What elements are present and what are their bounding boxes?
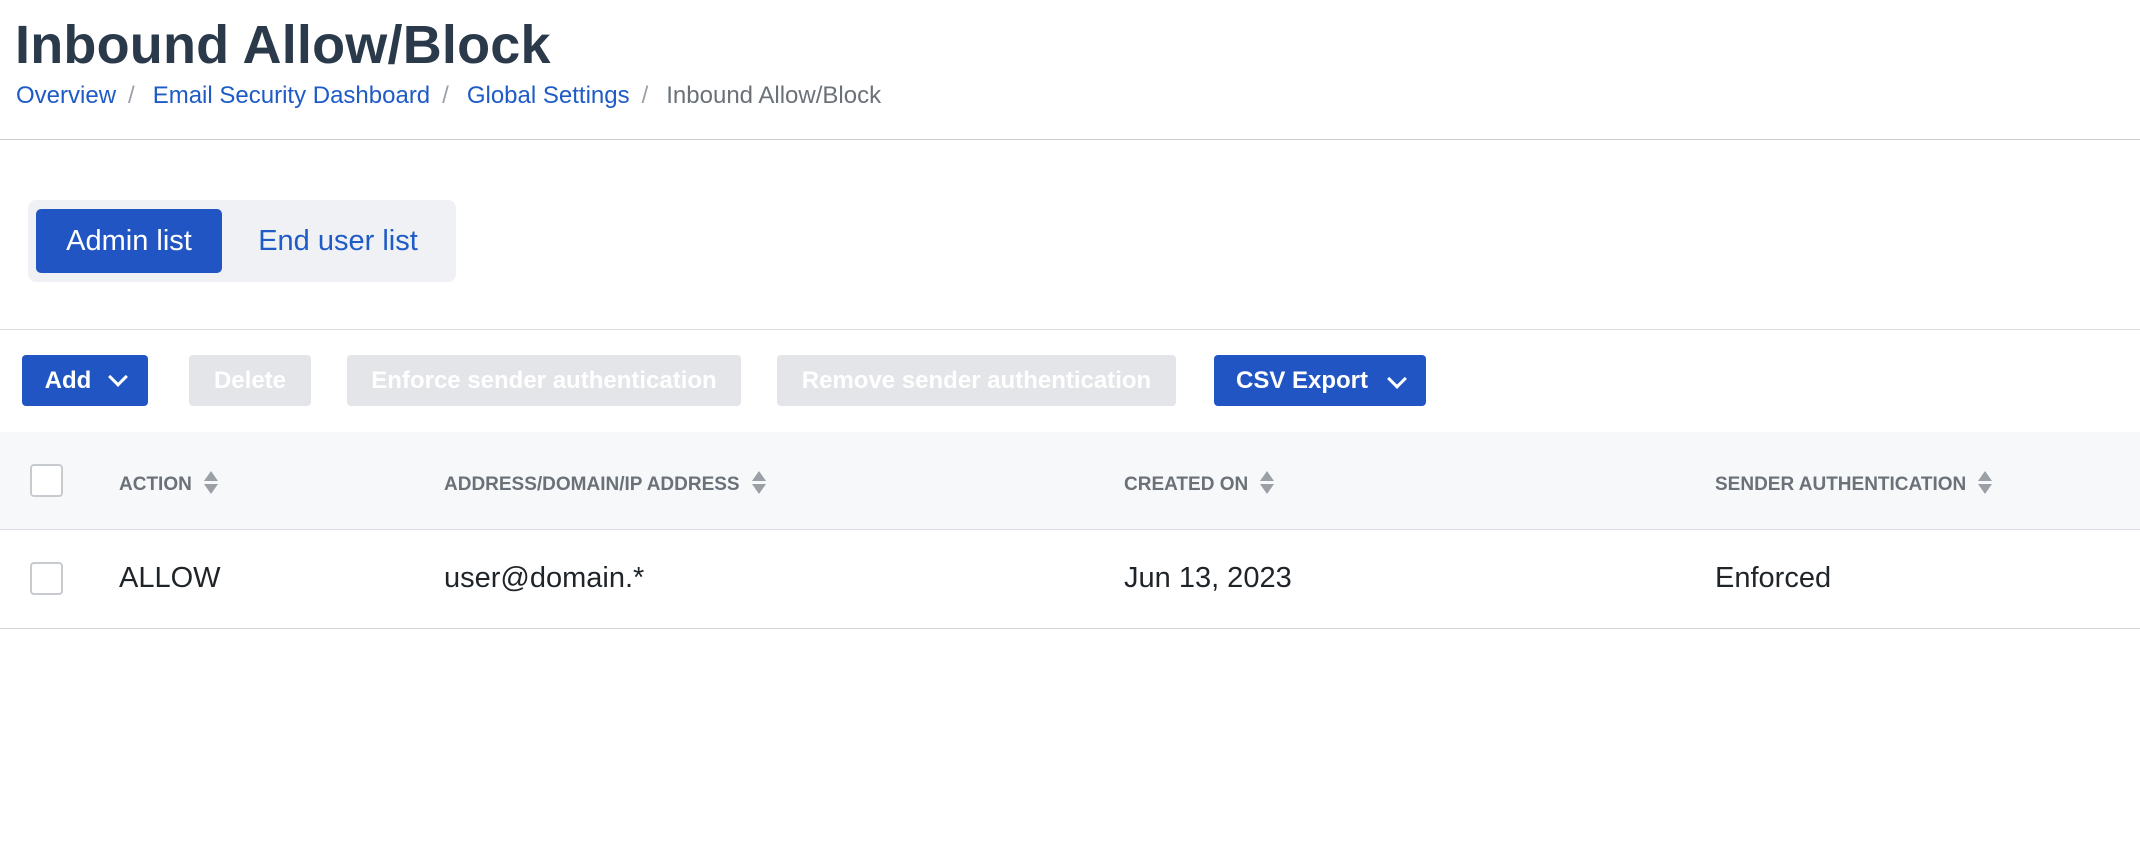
end-user-list-tab[interactable]: End user list (222, 209, 454, 273)
sort-icon (751, 470, 766, 494)
cell-action: ALLOW (119, 562, 221, 594)
csv-export-label: CSV Export (1235, 366, 1369, 394)
remove-sender-authentication-button[interactable]: Remove sender authentication (777, 355, 1176, 406)
breadcrumb-email-security-dashboard[interactable]: Email Security Dashboard (153, 82, 430, 110)
column-header-address[interactable]: ADDRESS/DOMAIN/IP ADDRESS (444, 470, 766, 496)
breadcrumb-overview[interactable]: Overview (16, 82, 116, 110)
page-header: Inbound Allow/Block Overview / Email Sec… (0, 0, 2140, 140)
breadcrumb-separator: / (641, 82, 649, 109)
column-header-label: ACTION (119, 474, 192, 495)
sort-icon (1978, 470, 1993, 494)
chevron-down-icon (108, 366, 129, 387)
add-button[interactable]: Add (22, 355, 148, 406)
table-row[interactable]: ALLOW user@domain.* Jun 13, 2023 Enforce… (0, 530, 2140, 629)
column-header-sender-authentication[interactable]: SENDER AUTHENTICATION (1715, 470, 1993, 496)
allow-block-table: ACTION ADDRESS/DOMAIN/IP ADDRESS CREATED… (0, 432, 2140, 629)
column-header-label: SENDER AUTHENTICATION (1715, 474, 1967, 495)
chevron-down-icon (1387, 368, 1407, 389)
column-header-label: ADDRESS/DOMAIN/IP ADDRESS (444, 474, 740, 495)
sort-icon (1260, 470, 1275, 494)
cell-sender-authentication: Enforced (1715, 562, 1832, 594)
column-header-action[interactable]: ACTION (119, 470, 218, 496)
page-title: Inbound Allow/Block (15, 15, 551, 75)
breadcrumb: Overview / Email Security Dashboard / Gl… (16, 82, 881, 110)
add-button-label: Add (44, 366, 92, 394)
row-checkbox[interactable] (30, 562, 63, 595)
cell-created-on: Jun 13, 2023 (1124, 562, 1292, 594)
enforce-sender-authentication-button[interactable]: Enforce sender authentication (347, 355, 741, 406)
table-header: ACTION ADDRESS/DOMAIN/IP ADDRESS CREATED… (0, 432, 2140, 530)
sort-icon (203, 470, 218, 494)
breadcrumb-global-settings[interactable]: Global Settings (467, 82, 630, 110)
admin-list-tab[interactable]: Admin list (36, 209, 222, 273)
list-type-toggle: Admin list End user list (28, 200, 456, 282)
cell-address: user@domain.* (444, 562, 645, 594)
toolbar: Add Delete Enforce sender authentication… (0, 329, 2140, 433)
csv-export-button[interactable]: CSV Export (1214, 355, 1426, 406)
select-all-checkbox[interactable] (30, 464, 63, 497)
breadcrumb-separator: / (442, 82, 449, 109)
breadcrumb-current: Inbound Allow/Block (666, 82, 882, 109)
breadcrumb-separator: / (128, 82, 135, 109)
column-header-label: CREATED ON (1124, 474, 1249, 495)
column-header-created-on[interactable]: CREATED ON (1124, 470, 1275, 496)
delete-button[interactable]: Delete (189, 355, 311, 406)
